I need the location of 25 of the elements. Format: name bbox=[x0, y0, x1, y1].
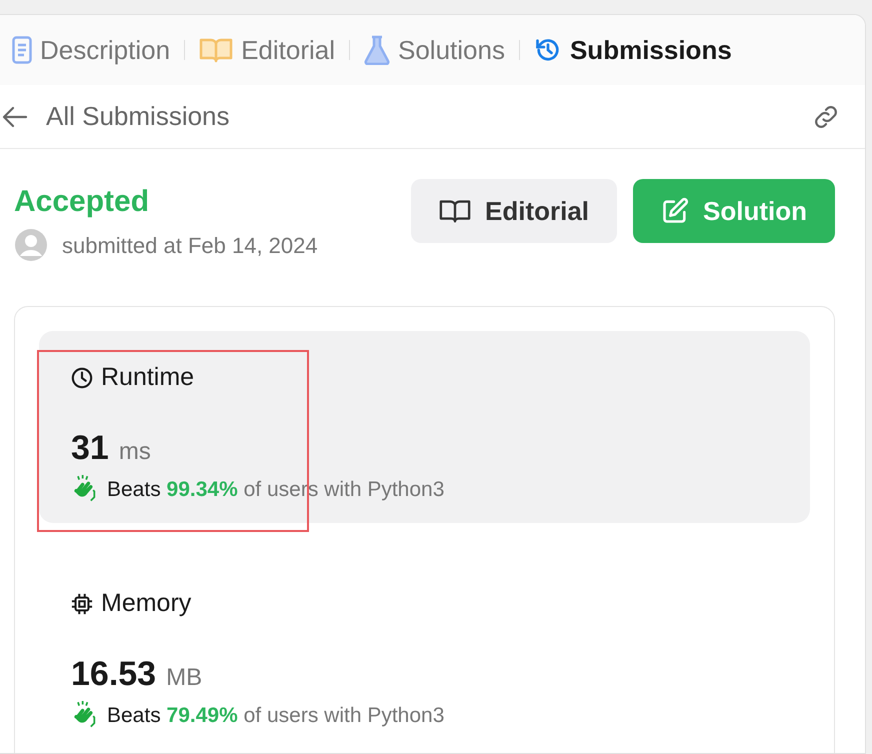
tab[interactable]: Solutions bbox=[356, 30, 513, 70]
flask-icon bbox=[364, 35, 390, 65]
metric-value: 31 bbox=[71, 428, 109, 468]
status-text: Accepted bbox=[14, 184, 150, 220]
all-submissions-link[interactable]: All Submissions bbox=[0, 97, 230, 136]
metric-unit: MB bbox=[166, 662, 202, 692]
metric-unit: ms bbox=[118, 436, 151, 466]
book-icon bbox=[199, 37, 234, 63]
metric-value: 16.53 bbox=[71, 654, 156, 694]
book-icon bbox=[439, 198, 471, 224]
avatar-icon bbox=[14, 228, 48, 262]
editorial-button[interactable]: Editorial bbox=[411, 179, 618, 243]
document-icon bbox=[12, 36, 32, 64]
metric-label: Memory bbox=[101, 588, 192, 619]
back-arrow-icon bbox=[2, 106, 28, 128]
metric-label: Runtime bbox=[101, 362, 194, 393]
beats-text: Beats 79.49% of users with Python3 bbox=[107, 702, 444, 728]
metric-panel[interactable]: Memory 16.53 MB Beats 79.49% of users with Python3 bbox=[39, 557, 810, 749]
tab[interactable]: Editorial bbox=[191, 30, 343, 70]
tab[interactable]: Submissions bbox=[526, 30, 740, 70]
clock-icon bbox=[71, 366, 93, 389]
edit-icon bbox=[661, 197, 690, 225]
chip-icon bbox=[71, 592, 93, 615]
tab[interactable]: Description bbox=[4, 30, 178, 70]
submitted-date: submitted at Feb 14, 2024 bbox=[62, 232, 318, 260]
